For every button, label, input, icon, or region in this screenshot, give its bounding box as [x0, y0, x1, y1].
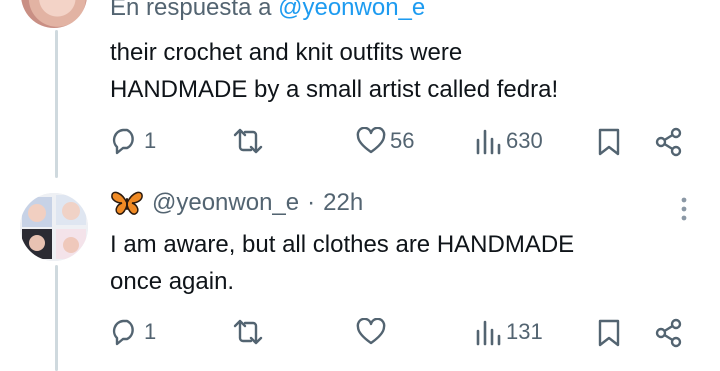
reply-prefix: En respuesta a	[110, 0, 272, 21]
repost-icon	[233, 128, 263, 154]
separator-dot: ·	[307, 189, 316, 216]
heart-icon	[356, 127, 386, 154]
share-button[interactable]	[654, 127, 684, 157]
heart-icon	[356, 318, 386, 345]
reply-icon	[112, 128, 134, 155]
tweet-text-line: HANDMADE by a small artist called fedra!	[110, 76, 559, 103]
views-count: 131	[506, 319, 543, 344]
tweet-header: @yeonwon_e · 22h	[110, 189, 363, 217]
repost-button[interactable]	[231, 318, 269, 346]
butterfly-emoji	[111, 191, 143, 215]
tweet-text: their crochet and knit outfits were HAND…	[110, 34, 558, 108]
like-count: 56	[390, 128, 415, 153]
thread-line-top	[55, 30, 58, 178]
bookmark-icon	[598, 128, 620, 156]
user-handle[interactable]: @yeonwon_e	[152, 189, 299, 217]
thread-line-bottom	[55, 265, 58, 371]
bookmark-button[interactable]	[596, 127, 622, 157]
like-button[interactable]	[356, 318, 390, 346]
share-icon	[655, 127, 682, 157]
reply-mention-link[interactable]: @yeonwon_e	[278, 0, 425, 21]
reply-icon	[112, 319, 134, 346]
timestamp[interactable]: 22h	[323, 189, 363, 217]
views-icon	[476, 320, 501, 346]
avatar-collage-image	[20, 193, 88, 261]
share-button[interactable]	[654, 318, 684, 348]
views-button[interactable]: 131	[474, 318, 543, 346]
tweet-text-line: their crochet and knit outfits were	[110, 39, 463, 66]
reply-count: 1	[144, 319, 157, 344]
tweet-text-line: I am aware, but all clothes are HANDMADE	[110, 231, 575, 258]
reply-button[interactable]: 1	[110, 127, 156, 155]
bookmark-button[interactable]	[596, 318, 622, 348]
share-icon	[655, 318, 682, 348]
views-icon	[476, 129, 501, 155]
more-icon[interactable]	[677, 196, 691, 222]
tweet-text-line: once again.	[110, 268, 235, 295]
reply-context: En respuesta a @yeonwon_e	[110, 0, 425, 22]
avatar[interactable]	[21, 0, 87, 28]
bookmark-icon	[598, 319, 620, 347]
tweet-text: I am aware, but all clothes are HANDMADE…	[110, 226, 574, 300]
views-button[interactable]: 630	[474, 127, 543, 155]
repost-icon	[233, 319, 263, 345]
avatar[interactable]	[20, 193, 88, 261]
views-count: 630	[506, 128, 543, 153]
repost-button[interactable]	[231, 127, 269, 155]
like-button[interactable]: 56	[356, 127, 414, 155]
reply-button[interactable]: 1	[110, 318, 156, 346]
reply-count: 1	[144, 128, 157, 153]
